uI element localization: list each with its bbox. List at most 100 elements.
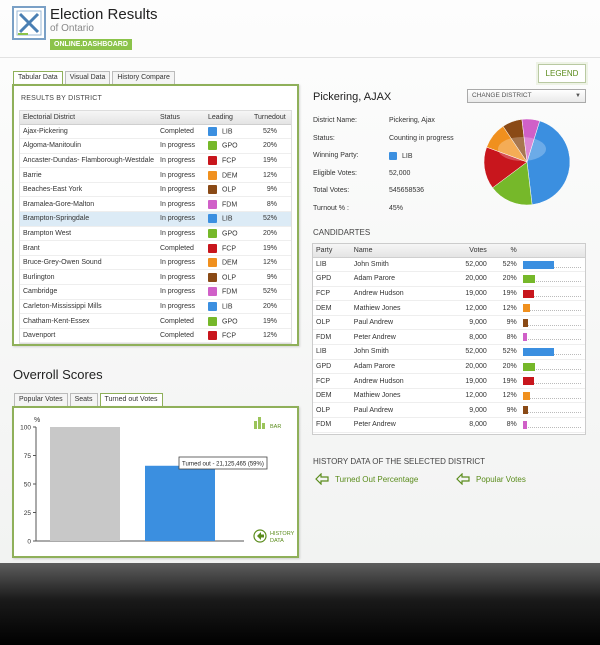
results-row[interactable]: Carleton-Mississippi Mills In progress LIB…	[20, 299, 291, 315]
results-row[interactable]: Bramalea-Gore-Malton In progress FDM 8%	[20, 196, 291, 213]
results-row[interactable]: Brant Completed FCP 19%	[20, 240, 291, 256]
percent-cell: 9%	[489, 315, 520, 331]
legend-button[interactable]: LEGEND	[538, 64, 586, 83]
name-cell: Andrew Hudson	[350, 373, 441, 389]
votes-cell: 12,000	[440, 300, 490, 316]
turnout-cell: 19%	[251, 313, 291, 329]
col-turnedout[interactable]: Turnedout	[251, 111, 291, 125]
results-row[interactable]: Brampton West In progress GPO 20%	[20, 226, 291, 242]
share-bar-cell	[519, 359, 585, 375]
share-bar	[522, 348, 554, 357]
col-name[interactable]: Name	[350, 244, 441, 258]
leading-cell: OLP	[205, 269, 251, 286]
results-row[interactable]: Burlington In progress OLP 9%	[20, 269, 291, 286]
candidate-row[interactable]: GPD Adam Parore 20,000 20%	[313, 271, 585, 287]
tab-visual-data[interactable]: Visual Data	[64, 71, 111, 84]
status-cell: In progress	[157, 269, 205, 286]
popular-votes-link[interactable]: Popular Votes	[456, 473, 526, 485]
turnout-cell: 20%	[251, 299, 291, 315]
col-party[interactable]: Party	[313, 244, 351, 258]
candidate-row[interactable]: OLP Paul Andrew 9,000 9%	[313, 315, 585, 331]
candidate-row[interactable]: DEM Mathiew Jones 12,000 12%	[313, 300, 585, 316]
turned-out-percentage-link[interactable]: Turned Out Percentage	[315, 473, 418, 485]
turnout-cell: 19%	[251, 240, 291, 256]
candidates-caption: CANDIDARTES	[313, 228, 371, 237]
candidate-row[interactable]: LIB John Smith 52,000 52%	[313, 344, 585, 360]
col-status[interactable]: Status	[157, 111, 205, 125]
tab-popular-votes[interactable]: Popular Votes	[14, 393, 68, 406]
results-row[interactable]: Cambridge In progress FDM 52%	[20, 284, 291, 300]
candidates-table: Party Name Votes % LIB John Smith 52,000 52…	[313, 244, 585, 433]
party-cell: FDM	[313, 417, 351, 433]
status-cell: In progress	[157, 299, 205, 315]
y-tick-label: 50	[24, 482, 32, 489]
page-reflection	[0, 563, 600, 645]
info-label: Winning Party:	[313, 152, 359, 160]
results-row[interactable]: Algoma-Manitoulin In progress GPO 20%	[20, 138, 291, 154]
col-votes[interactable]: Votes	[440, 244, 490, 258]
results-row[interactable]: Ancaster-Dundas- Flamborough-Westdale In …	[20, 153, 291, 169]
votes-cell: 20,000	[440, 359, 490, 375]
info-value: 545658536	[389, 187, 425, 195]
tab-turned-out-votes[interactable]: Turned out Votes	[99, 393, 163, 407]
app-title: Election Results	[50, 6, 158, 23]
col-percent[interactable]: %	[489, 244, 520, 258]
bar-toggle[interactable]: BAR	[254, 417, 281, 430]
candidate-row[interactable]: LIB John Smith 52,000 52%	[313, 257, 585, 273]
status-cell: Completed	[157, 124, 205, 140]
ontario-logo	[12, 6, 46, 40]
results-row[interactable]: Bruce-Grey-Owen Sound In progress DEM 12%	[20, 255, 291, 271]
candidate-row[interactable]: FDM Peter Andrew 8,000 8%	[313, 329, 585, 346]
candidates-table-body: LIB John Smith 52,000 52% GPD Adam Parore 20,0…	[313, 257, 585, 433]
col-leading[interactable]: Leading	[205, 111, 251, 125]
ballot-logo-icon	[16, 10, 42, 36]
share-bar-cell	[519, 402, 585, 419]
party-color-icon	[208, 243, 217, 253]
candidate-row[interactable]: GPD Adam Parore 20,000 20%	[313, 359, 585, 375]
district-cell: Burlington	[20, 269, 157, 286]
name-cell: Mathiew Jones	[350, 300, 441, 316]
results-row[interactable]: Brampton-Springdale In progress LIB 52%	[20, 211, 291, 227]
leading-cell: LIB	[205, 299, 251, 315]
bar[interactable]	[50, 427, 120, 541]
status-cell: Completed	[157, 328, 205, 344]
results-row[interactable]: Chatham-Kent-Essex Completed GPO 19%	[20, 313, 291, 329]
party-color-icon	[208, 199, 217, 209]
share-bar	[522, 275, 535, 284]
turnout-cell: 9%	[251, 182, 291, 198]
candidate-row[interactable]: FCP Andrew Hudson 19,000 19%	[313, 286, 585, 302]
district-cell: Beaches-East York	[20, 182, 157, 198]
candidate-row[interactable]: FCP Andrew Hudson 19,000 19%	[313, 373, 585, 389]
change-district-dropdown[interactable]: CHANGE DISTRICT ▼	[467, 89, 586, 103]
bar[interactable]	[145, 465, 215, 541]
candidate-row[interactable]: DEM Mathiew Jones 12,000 12%	[313, 388, 585, 404]
results-row[interactable]: Davenport Completed FCP 12%	[20, 328, 291, 344]
col-electorial-district[interactable]: Electorial District	[20, 111, 157, 125]
results-row[interactable]: Beaches-East York In progress OLP 9%	[20, 182, 291, 198]
candidate-row[interactable]: OLP Paul Andrew 9,000 9%	[313, 402, 585, 419]
leading-party: DEM	[222, 171, 238, 179]
info-label: Turnout % :	[313, 205, 349, 212]
district-cell: Carleton-Mississippi Mills	[20, 299, 157, 315]
party-color-icon	[208, 287, 217, 297]
results-row[interactable]: Barrie In progress DEM 12%	[20, 167, 291, 183]
leading-cell: OLP	[205, 182, 251, 198]
tab-tabular-data[interactable]: Tabular Data	[13, 71, 63, 85]
results-table-body: Ajax-Pickering Completed LIB 52% Algoma-Mani…	[20, 124, 291, 344]
turnout-cell: 19%	[251, 153, 291, 169]
results-caption: RESULTS BY DISTRICT	[21, 95, 102, 102]
status-cell: In progress	[157, 226, 205, 242]
tab-history-compare[interactable]: History Compare	[112, 71, 175, 84]
share-bar-track	[522, 412, 581, 414]
tab-seats[interactable]: Seats	[69, 393, 98, 406]
history-data-button[interactable]: HISTORYDATA	[253, 529, 295, 544]
candidate-row[interactable]: FDM Peter Andrew 8,000 8%	[313, 417, 585, 433]
y-axis-label: %	[34, 417, 40, 424]
results-row[interactable]: Ajax-Pickering Completed LIB 52%	[20, 124, 291, 140]
leading-cell: FCP	[205, 240, 251, 256]
percent-cell: 52%	[489, 257, 520, 273]
party-cell: OLP	[313, 315, 351, 331]
turnout-cell: 12%	[251, 255, 291, 271]
party-color-icon	[208, 272, 217, 282]
status-cell: Completed	[157, 240, 205, 256]
